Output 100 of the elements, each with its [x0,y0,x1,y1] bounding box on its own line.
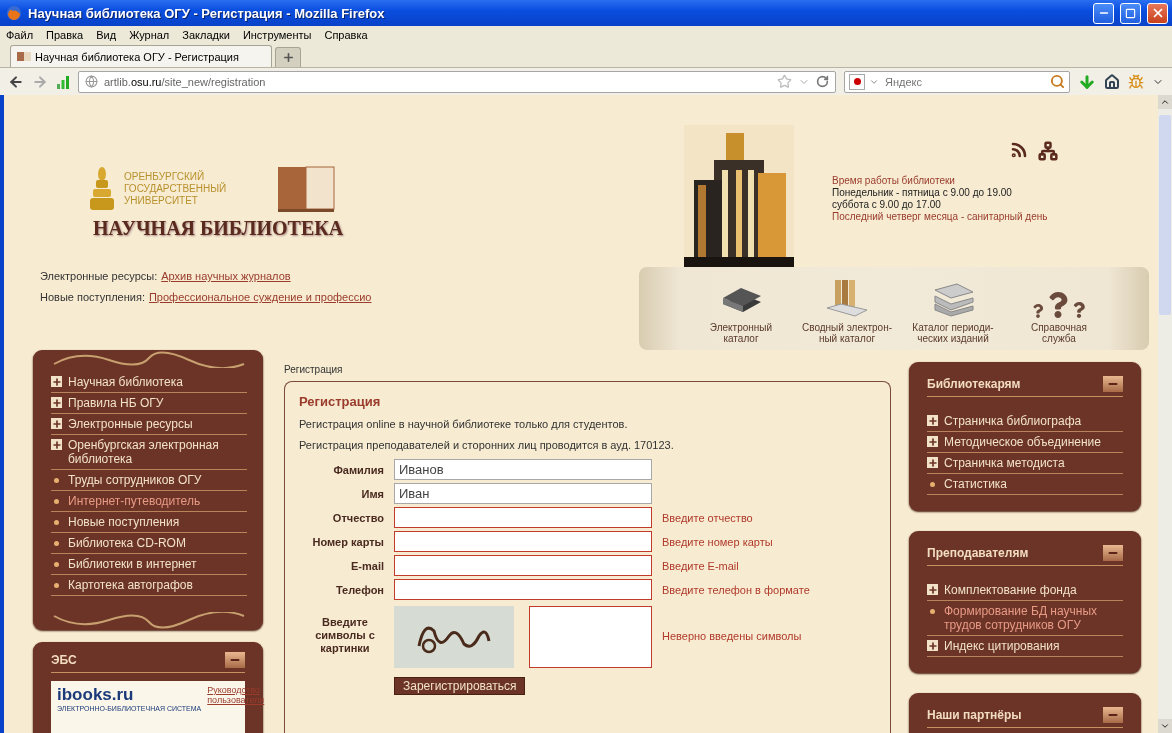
search-field[interactable]: Яндекс [844,70,1070,93]
scroll-down-icon[interactable] [1160,721,1170,731]
catalog-link[interactable]: Справочная служба [1007,292,1111,344]
bullet-icon [54,583,59,588]
collapse-button[interactable] [225,652,245,668]
menu-link[interactable]: Новые поступления [51,512,247,533]
sitemap-icon[interactable] [1038,141,1058,161]
resource-link[interactable]: Архив научных журналов [161,270,291,282]
menu-link[interactable]: Электронные ресурсы [51,414,247,435]
menu-link[interactable]: Комплектование фонда [927,580,1123,601]
panel-title: Наши партнёры [927,708,1022,722]
plus-icon [927,640,938,651]
rss-icon[interactable] [1010,141,1028,159]
catalog-link[interactable]: Сводный электрон- ный каталог [795,278,899,344]
collapse-button[interactable] [1103,707,1123,723]
field-label: E-mail [351,559,384,572]
catalog-link[interactable]: Электронный каталог [689,282,793,344]
bullet-icon [54,562,59,567]
collapse-button[interactable] [1103,376,1123,392]
menu-item[interactable]: Справка [324,28,368,41]
catalog-link[interactable]: Каталог периоди- ческих изданий [901,280,1005,344]
back-icon[interactable] [8,73,24,90]
input-field[interactable] [394,555,652,576]
captcha-field[interactable] [529,606,652,668]
menu-item[interactable]: Вид [96,28,117,41]
input-field[interactable] [394,579,652,600]
field-label: Введите символы с картинки [314,616,376,655]
menu-link[interactable]: Методическое объединение [927,432,1123,453]
plus-icon [927,457,938,468]
menu-item[interactable]: Закладки [182,28,230,41]
error-message: Введите телефон в формате [662,583,811,596]
search-icon[interactable] [1050,74,1065,89]
scroll-up-icon[interactable] [1160,97,1170,107]
error-message: Введите E-mail [662,559,740,572]
collapse-button[interactable] [1103,545,1123,561]
menu-link[interactable]: Труды сотрудников ОГУ [51,470,247,491]
maximize-icon [1125,7,1136,19]
input-field[interactable]: Иванов [394,459,652,480]
folders-icon [825,278,869,318]
star-icon[interactable] [777,74,792,89]
menu-link[interactable]: Интернет-путеводитель [51,491,247,512]
bullet-icon [54,541,59,546]
globe-icon [85,75,98,88]
menu-link[interactable]: Индекс цитирования [927,636,1123,657]
home-icon[interactable] [1104,73,1120,90]
resource-label: Электронные ресурсы: [40,270,158,282]
download-icon[interactable] [1078,72,1096,91]
address-field[interactable]: artlib.osu.ru/site_new/registration [78,70,836,93]
menu-link[interactable]: Страничка методиста [927,453,1123,474]
resource-label: Новые поступления: [40,291,145,303]
menu-item[interactable]: Инструменты [242,28,312,41]
reload-icon[interactable] [816,75,829,88]
resource-link[interactable]: Профессиональное суждение и профессио [148,291,372,303]
plus-icon [281,51,295,64]
book-icon [17,52,31,61]
menu-link[interactable]: Оренбургская электронная библиотека [51,435,247,470]
form-title: Регистрация [299,394,381,409]
form-note: Регистрация online в научной библиотеке только для студентов. [299,418,628,430]
plus-icon [927,584,938,595]
plus-icon [927,436,938,447]
scrollbar[interactable] [1158,95,1172,733]
close-button[interactable] [1147,2,1168,24]
menu-item[interactable]: Правка [46,28,84,41]
menu-link[interactable]: Страничка библиографа [927,411,1123,432]
bullet-icon [54,499,59,504]
field-label: Телефон [335,583,384,596]
browser-tab[interactable]: Научная библиотека ОГУ - Регистрация [10,45,272,67]
field-label: Отчество [332,511,384,524]
new-tab-button[interactable] [275,47,301,67]
plus-icon [51,376,62,387]
question-marks-icon [1031,292,1087,318]
error-message: Введите отчество [662,511,754,524]
menu-item[interactable]: Файл [6,28,34,41]
plus-icon [51,418,62,429]
magazines-icon [931,280,975,318]
input-field[interactable]: Иван [394,483,652,504]
register-button[interactable]: Зарегистрироваться [394,677,526,695]
menu-link[interactable]: Картотека автографов [51,575,247,596]
field-label: Номер карты [312,535,384,548]
library-name: НАУЧНАЯ БИБЛИОТЕКА [93,217,344,240]
university-name: ОРЕНБУРГСКИЙ ГОСУДАРСТВЕННЫЙ УНИВЕРСИТЕТ [124,171,227,207]
maximize-button[interactable] [1120,2,1141,24]
menu-link[interactable]: Библиотеки в интернет [51,554,247,575]
input-field[interactable] [394,531,652,552]
panel-title: ЭБС [51,653,77,667]
browser-logo-icon [6,5,22,21]
menu-link[interactable]: Правила НБ ОГУ [51,393,247,414]
signal-icon[interactable] [56,74,70,89]
window-title: Научная библиотека ОГУ - Регистрация - Mozilla Firefox [28,5,386,21]
bullet-icon [54,478,59,483]
minimize-button[interactable] [1093,2,1114,24]
bullet-icon [54,520,59,525]
input-field[interactable] [394,507,652,528]
menu-link[interactable]: Формирование БД научных трудов сотрудников ОГУ [927,601,1123,636]
menu-link[interactable]: Статистика [927,474,1123,495]
search-engine-icon[interactable] [849,73,865,90]
menu-link[interactable]: Научная библиотека [51,372,247,393]
menu-item[interactable]: Журнал [129,28,170,41]
plus-icon [51,397,62,408]
menu-link[interactable]: Библиотека CD-ROM [51,533,247,554]
